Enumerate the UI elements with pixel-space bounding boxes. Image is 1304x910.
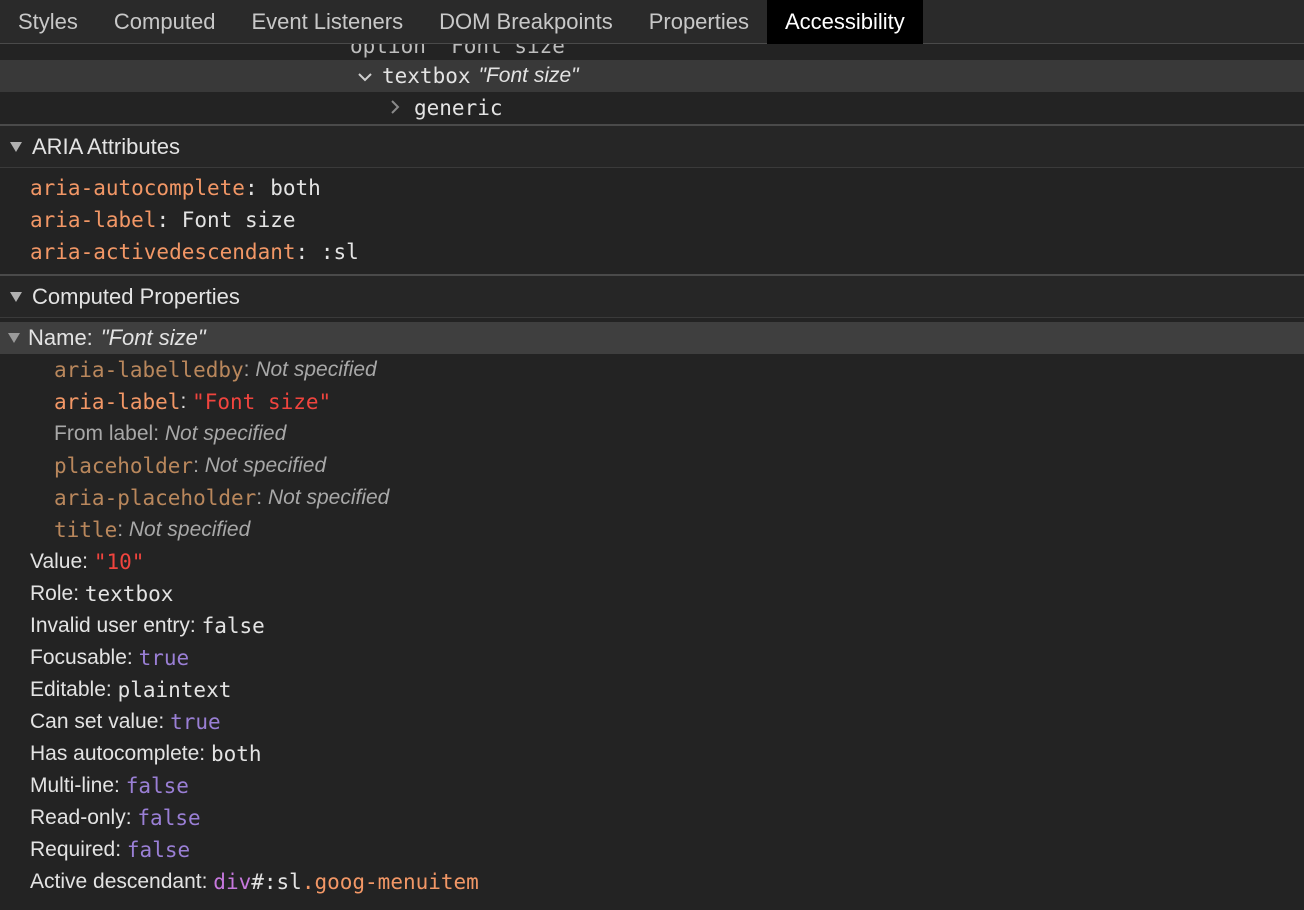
prop-label: Role: xyxy=(30,582,80,605)
prop-label: Focusable: xyxy=(30,646,133,669)
tree-accessible-name: "Font size" xyxy=(478,64,579,87)
prop-value: true xyxy=(138,646,190,670)
prop-label: Has autocomplete: xyxy=(30,742,206,765)
sidebar-tab-bar: Styles Computed Event Listeners DOM Brea… xyxy=(0,0,1304,44)
chevron-right-icon[interactable] xyxy=(390,98,404,119)
prop-row-can-set-value: Can set value: true xyxy=(0,706,1304,738)
prop-row-autocomplete: Has autocomplete: both xyxy=(0,738,1304,770)
tree-row-option-text: option "Font size" xyxy=(350,44,578,58)
prop-value: plaintext xyxy=(117,678,232,702)
prop-value: false xyxy=(137,806,201,830)
prop-value: both xyxy=(210,742,262,766)
source-value: Not specified xyxy=(128,518,251,541)
node-tag[interactable]: div xyxy=(213,870,251,894)
prop-row-active-descendant[interactable]: Active descendant: div #:sl .goog-menuitem xyxy=(0,866,1304,898)
prop-label: Can set value: xyxy=(30,710,165,733)
computed-properties-header[interactable]: Computed Properties xyxy=(0,276,1304,318)
tree-generic-label: generic xyxy=(414,96,503,120)
source-value: Not specified xyxy=(267,486,390,509)
source-name: aria-label xyxy=(54,390,181,414)
name-source-row: aria-placeholder: Not specified xyxy=(54,486,390,510)
node-class[interactable]: .goog-menuitem xyxy=(302,870,479,894)
prop-value: true xyxy=(170,710,221,734)
prop-value: "10" xyxy=(93,550,145,574)
tab-event-listeners[interactable]: Event Listeners xyxy=(233,0,421,44)
prop-row-multiline: Multi-line: false xyxy=(0,770,1304,802)
prop-label: Multi-line: xyxy=(30,774,120,797)
prop-label: Invalid user entry: xyxy=(30,614,196,637)
aria-attr-value: :sl xyxy=(320,240,359,264)
source-value: Not specified xyxy=(164,422,287,445)
name-source-row: placeholder: Not specified xyxy=(54,454,327,478)
prop-label: Active descendant: xyxy=(30,870,208,893)
prop-row-focusable: Focusable: true xyxy=(0,642,1304,674)
prop-value: false xyxy=(126,838,191,862)
source-name: aria-labelledby xyxy=(54,358,244,382)
prop-row-invalid: Invalid user entry: false xyxy=(0,610,1304,642)
prop-row-readonly: Read-only: false xyxy=(0,802,1304,834)
triangle-down-icon[interactable] xyxy=(8,333,20,343)
source-name: aria-placeholder xyxy=(54,486,257,510)
name-label: Name: xyxy=(28,325,93,350)
source-name: From label xyxy=(54,422,154,445)
node-id[interactable]: #:sl xyxy=(251,870,302,894)
name-value: "Font size" xyxy=(100,325,206,350)
triangle-down-icon xyxy=(10,141,22,152)
aria-attributes-title: ARIA Attributes xyxy=(32,133,180,159)
source-name: title xyxy=(54,518,118,542)
prop-row-value: Value: "10" xyxy=(0,546,1304,578)
prop-value: false xyxy=(201,614,265,638)
accessibility-tree: option "Font size" textbox "Font size" g… xyxy=(0,44,1304,126)
prop-label: Required: xyxy=(30,838,122,861)
triangle-down-icon xyxy=(10,291,22,302)
computed-properties-list: Name: "Font size" aria-labelledby: Not s… xyxy=(0,322,1304,898)
aria-attributes-header[interactable]: ARIA Attributes xyxy=(0,126,1304,168)
aria-attr-row: aria-label: Font size xyxy=(30,208,296,232)
tab-accessibility[interactable]: Accessibility xyxy=(766,0,923,44)
aria-attr-name: aria-label xyxy=(30,208,157,232)
name-source-row: title: Not specified xyxy=(54,518,251,542)
name-source-row: aria-label: "Font size" xyxy=(54,390,332,414)
tree-row-generic[interactable]: generic xyxy=(0,92,1304,124)
source-value: Not specified xyxy=(255,358,377,381)
tab-computed[interactable]: Computed xyxy=(96,0,234,44)
name-row[interactable]: Name: "Font size" xyxy=(0,322,1304,354)
tree-role: textbox xyxy=(382,64,471,88)
aria-attr-row: aria-activedescendant: :sl xyxy=(30,240,359,264)
prop-value: textbox xyxy=(84,582,174,606)
prop-label: Read-only: xyxy=(30,806,132,829)
prop-label: Value: xyxy=(30,550,88,573)
prop-value: false xyxy=(125,774,189,798)
aria-attr-name: aria-autocomplete xyxy=(30,176,245,200)
source-value: Not specified xyxy=(204,454,327,477)
source-value: "Font size" xyxy=(192,390,332,414)
source-name: placeholder xyxy=(54,454,194,478)
aria-attr-row: aria-autocomplete: both xyxy=(30,176,321,200)
aria-attributes-list: aria-autocomplete: both aria-label: Font… xyxy=(0,168,1304,276)
aria-attr-name: aria-activedescendant xyxy=(30,240,296,264)
name-source-row: From label: Not specified xyxy=(54,422,287,445)
name-source-row: aria-labelledby: Not specified xyxy=(54,358,377,382)
prop-row-editable: Editable: plaintext xyxy=(0,674,1304,706)
tab-properties[interactable]: Properties xyxy=(631,0,767,44)
tab-dom-breakpoints[interactable]: DOM Breakpoints xyxy=(421,0,631,44)
tab-styles[interactable]: Styles xyxy=(0,0,96,44)
prop-label: Editable: xyxy=(30,678,112,701)
computed-properties-title: Computed Properties xyxy=(32,283,240,309)
tree-row-textbox[interactable]: textbox "Font size" xyxy=(0,60,1304,92)
prop-row-required: Required: false xyxy=(0,834,1304,866)
chevron-down-icon[interactable] xyxy=(358,66,372,87)
aria-attr-value: both xyxy=(270,176,321,200)
prop-row-role: Role: textbox xyxy=(0,578,1304,610)
aria-attr-value: Font size xyxy=(181,208,296,232)
